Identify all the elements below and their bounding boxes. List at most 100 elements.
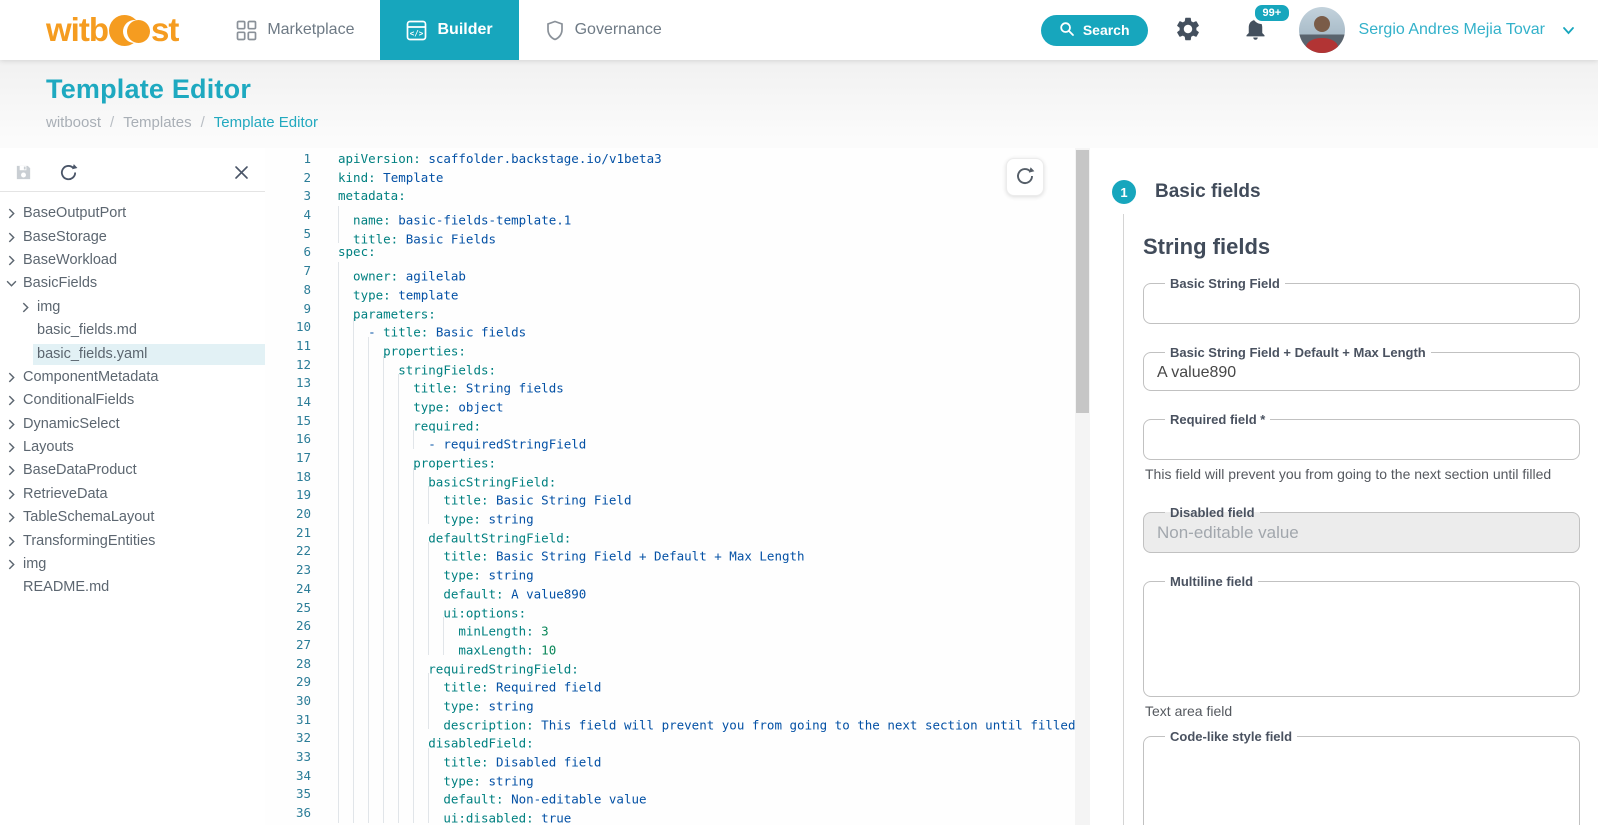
nav-label: Builder [437, 21, 492, 39]
tree-item-conditionalfields[interactable]: ConditionalFields [0, 389, 265, 412]
tree-item-retrievedata[interactable]: RetrieveData [0, 483, 265, 506]
tree-item-label: BaseWorkload [23, 252, 117, 268]
nav-label: Marketplace [267, 21, 354, 39]
breadcrumb-separator: / [110, 114, 114, 131]
field-multiline: Multiline field [1143, 574, 1580, 697]
nav-builder[interactable]: </> Builder [380, 0, 518, 60]
line-number: 8 [277, 281, 311, 300]
tree-item-componentmetadata[interactable]: ComponentMetadata [0, 366, 265, 389]
tree-item-dynamicselect[interactable]: DynamicSelect [0, 413, 265, 436]
tree-item-img[interactable]: img [0, 553, 265, 576]
line-number: 4 [277, 206, 311, 225]
search-label: Search [1083, 22, 1130, 38]
tree-item-label: BasicFields [23, 275, 97, 291]
line-number: 18 [277, 468, 311, 487]
step-connector-line [1123, 214, 1124, 825]
breadcrumb-templates[interactable]: Templates [123, 114, 191, 131]
line-number: 14 [277, 393, 311, 412]
chevron-right-icon[interactable] [6, 419, 23, 430]
chevron-right-icon[interactable] [6, 208, 23, 219]
tree-item-img[interactable]: img [0, 296, 265, 319]
line-number: 11 [277, 337, 311, 356]
navbar-right: Search 99+ Sergio Andres Mejia Tovar [1041, 7, 1576, 53]
code-line: 10- title: Basic fields [277, 318, 1075, 337]
file-tree: BaseOutputPort BaseStorage BaseWorkload Bas… [0, 192, 265, 600]
shield-icon [545, 20, 565, 41]
grid-icon [236, 20, 257, 41]
breadcrumb-separator: / [201, 114, 205, 131]
close-button[interactable] [230, 161, 253, 187]
witboost-logo[interactable]: witbst [46, 11, 178, 49]
tree-item-basedataproduct[interactable]: BaseDataProduct [0, 459, 265, 482]
save-button[interactable] [10, 159, 37, 189]
editor-refresh-button[interactable] [1006, 158, 1044, 196]
line-number: 3 [277, 187, 311, 206]
tree-item-transformingentities[interactable]: TransformingEntities [0, 529, 265, 552]
code-line: 22title: Basic String Field + Default + … [277, 542, 1075, 561]
tree-item-baseoutputport[interactable]: BaseOutputPort [0, 202, 265, 225]
chevron-right-icon[interactable] [6, 536, 23, 547]
chevron-right-icon[interactable] [6, 395, 23, 406]
default-string-field-input[interactable] [1157, 358, 1566, 388]
nav-marketplace[interactable]: Marketplace [210, 0, 380, 60]
chevron-right-icon[interactable] [6, 559, 23, 570]
required-field-input[interactable] [1157, 425, 1566, 455]
chevron-right-icon[interactable] [6, 465, 23, 476]
tree-item-tableschemalayout[interactable]: TableSchemaLayout [0, 506, 265, 529]
line-number: 17 [277, 449, 311, 468]
code-line: 3metadata: [277, 187, 1075, 206]
field-required: Required field * [1143, 412, 1580, 460]
chevron-down-icon[interactable] [6, 278, 23, 289]
breadcrumb-witboost[interactable]: witboost [46, 114, 101, 131]
chevron-right-icon[interactable] [6, 255, 23, 266]
tree-item-baseworkload[interactable]: BaseWorkload [0, 249, 265, 272]
tree-item-basic-fields-md[interactable]: basic_fields.md [0, 319, 265, 342]
nav-label: Governance [575, 21, 662, 39]
chevron-right-icon[interactable] [6, 442, 23, 453]
logo-circles-icon [109, 14, 150, 46]
line-number: 30 [277, 692, 311, 711]
line-number: 35 [277, 785, 311, 804]
code-line: 17properties: [277, 449, 1075, 468]
multiline-field-input[interactable] [1157, 591, 1566, 683]
line-number: 29 [277, 673, 311, 692]
tree-item-label: BaseOutputPort [23, 205, 126, 221]
tree-item-label: Layouts [23, 439, 74, 455]
basic-string-field-input[interactable] [1157, 289, 1566, 319]
editor-scrollbar-thumb[interactable] [1076, 150, 1089, 413]
line-number: 15 [277, 412, 311, 431]
refresh-button[interactable] [55, 159, 82, 189]
tree-item-basestorage[interactable]: BaseStorage [0, 225, 265, 248]
tree-item-readme-md[interactable]: README.md [0, 576, 265, 599]
chevron-right-icon[interactable] [6, 372, 23, 383]
nav-governance[interactable]: Governance [519, 0, 688, 60]
user-avatar[interactable] [1299, 7, 1345, 53]
line-number: 6 [277, 243, 311, 262]
chevron-right-icon[interactable] [20, 302, 37, 313]
tree-item-layouts[interactable]: Layouts [0, 436, 265, 459]
form-body: String fields Basic String Field Basic S… [1090, 204, 1598, 825]
chevron-down-icon[interactable] [1561, 23, 1576, 38]
search-button[interactable]: Search [1041, 15, 1148, 46]
page-title: Template Editor [46, 74, 1598, 105]
user-name[interactable]: Sergio Andres Mejia Tovar [1359, 21, 1545, 39]
code-line: 7owner: agilelab [277, 262, 1075, 281]
code-line: 13title: String fields [277, 374, 1075, 393]
settings-button[interactable] [1174, 15, 1202, 46]
chevron-right-icon[interactable] [6, 232, 23, 243]
page-header: Template Editor witboost / Templates / T… [0, 60, 1598, 148]
code-line: 34type: string [277, 767, 1075, 786]
code-line: 29title: Required field [277, 673, 1075, 692]
chevron-right-icon[interactable] [6, 512, 23, 523]
line-number: 31 [277, 711, 311, 730]
chevron-right-icon[interactable] [6, 489, 23, 500]
code-like-field-input[interactable] [1157, 746, 1566, 825]
tree-item-basicfields[interactable]: BasicFields [0, 272, 265, 295]
code-editor[interactable]: 1apiVersion: scaffolder.backstage.io/v1b… [265, 148, 1075, 825]
code-line: 36ui:disabled: true [277, 804, 1075, 823]
section-title: String fields [1143, 234, 1580, 260]
tree-item-label: img [37, 299, 60, 315]
step-number-badge: 1 [1112, 180, 1136, 204]
multiline-field-helper: Text area field [1145, 703, 1580, 719]
tree-item-basic-fields-yaml[interactable]: basic_fields.yaml [0, 342, 265, 365]
